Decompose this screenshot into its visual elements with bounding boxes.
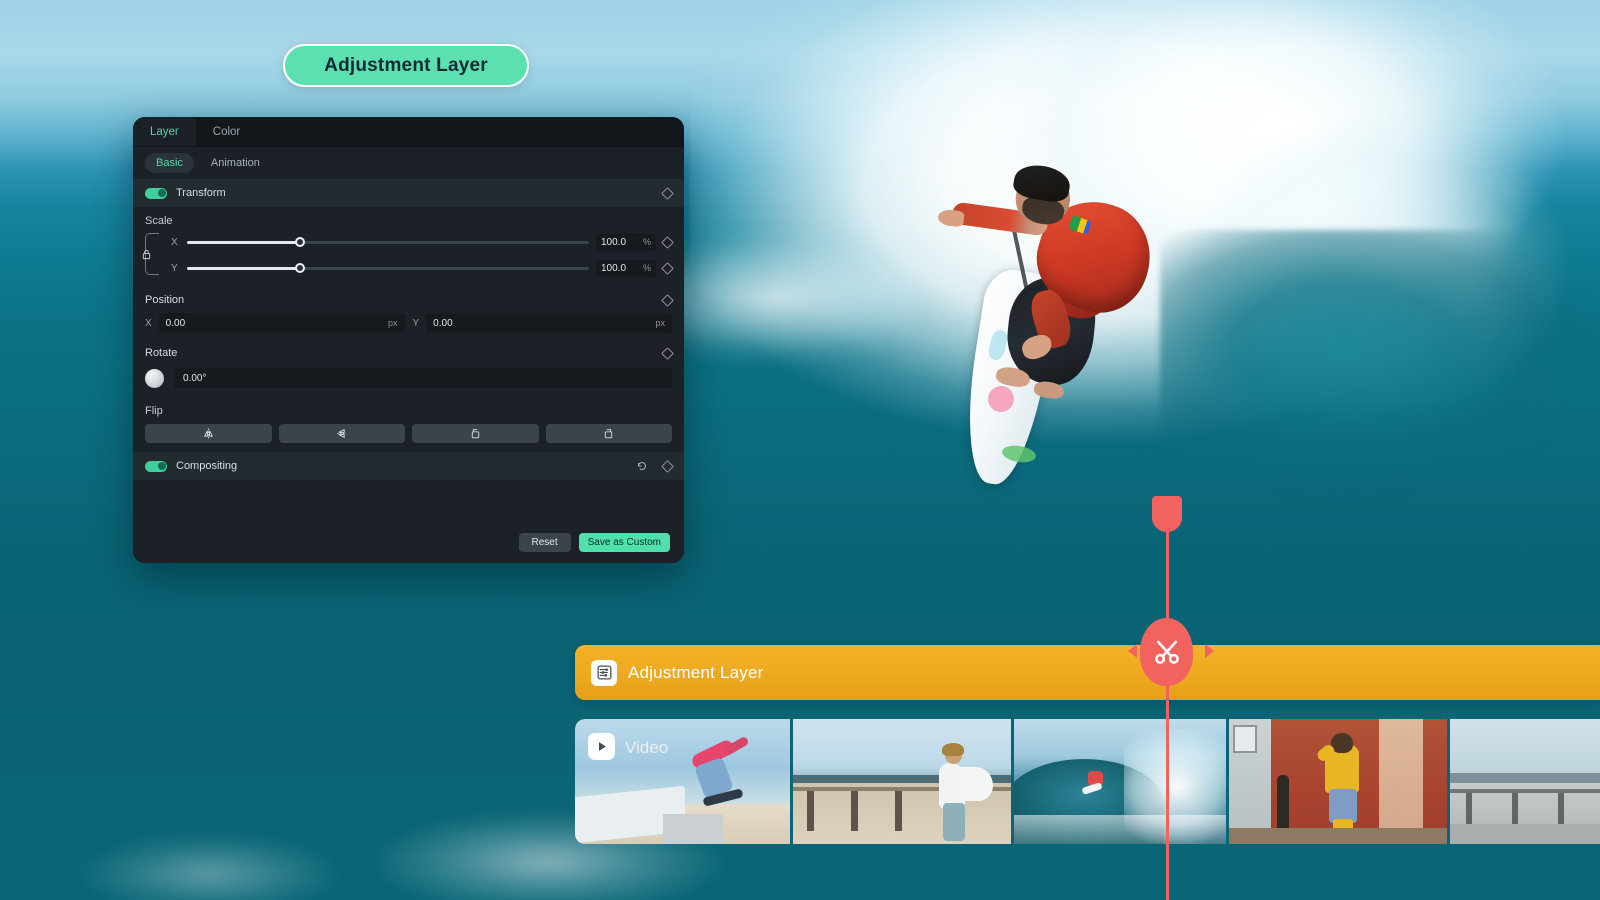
split-clip-button[interactable] (1140, 618, 1193, 686)
flip-label: Flip (145, 405, 163, 417)
save-as-custom-button[interactable]: Save as Custom (578, 532, 670, 552)
timeline-clip-pier-railing[interactable] (1450, 719, 1600, 844)
rotate-section-header: Rotate (133, 346, 684, 360)
scale-y-value: 100.0 (601, 262, 627, 274)
scale-x-axis-label: X (171, 236, 178, 248)
position-label: Position (145, 294, 185, 306)
rotate-controls: 0.00° (133, 365, 684, 391)
reset-arrow-icon[interactable] (636, 460, 648, 472)
scale-y-row: Y 100.0 % (145, 255, 674, 281)
scale-y-unit: % (642, 263, 651, 273)
tab-color-label: Color (212, 125, 241, 138)
subtab-basic[interactable]: Basic (145, 153, 194, 173)
reset-button[interactable]: Reset (518, 532, 571, 552)
rotate-right-icon (605, 429, 613, 439)
scale-x-slider-thumb[interactable] (294, 237, 305, 247)
panel-subtabs: Basic Animation (133, 147, 684, 179)
save-as-custom-label: Save as Custom (587, 536, 661, 548)
adjustment-layer-badge: Adjustment Layer (283, 44, 529, 87)
video-play-badge (588, 733, 615, 760)
surfer-hand-front (937, 208, 965, 228)
playhead-line (1166, 520, 1169, 900)
timeline-clip-surfer-wave[interactable] (1014, 719, 1226, 844)
timeline-clip-skateboarder[interactable]: Video (575, 719, 790, 844)
position-x-field[interactable]: 0.00 px (158, 313, 405, 333)
subtab-animation-label: Animation (210, 157, 260, 169)
position-x-axis-label: X (145, 317, 152, 329)
diamond-keyframe-icon[interactable] (661, 186, 674, 200)
rotate-right-button[interactable] (545, 424, 672, 443)
tab-layer-label: Layer (150, 125, 179, 138)
scale-controls: X 100.0 % Y 100.0 % (133, 227, 684, 281)
video-track-label: Video (625, 738, 669, 757)
reset-button-label: Reset (531, 536, 558, 548)
panel-tabbar: Layer Color (133, 117, 684, 147)
position-section-header: Position (133, 293, 684, 307)
scale-x-keyframe-icon[interactable] (661, 235, 674, 249)
timeline-clip-brick-wall[interactable] (1229, 719, 1447, 844)
compositing-keyframe-icon[interactable] (661, 459, 674, 473)
rotate-value: 0.00° (183, 372, 207, 384)
flip-buttons (133, 424, 684, 443)
rotate-dial-knob[interactable] (145, 368, 164, 388)
scale-y-slider-thumb[interactable] (294, 263, 305, 273)
water-bubbles-left (60, 820, 360, 900)
tab-layer[interactable]: Layer (133, 117, 196, 146)
adjustment-layer-badge-label: Adjustment Layer (324, 54, 488, 76)
position-x-value: 0.00 (165, 317, 186, 329)
scale-x-unit: % (642, 237, 651, 247)
timeline-clip-woman-pier[interactable] (793, 719, 1011, 844)
position-x-unit: px (387, 318, 398, 328)
playhead-arrow-left (1128, 644, 1137, 658)
scale-y-keyframe-icon[interactable] (661, 261, 674, 275)
surfer-figure (930, 150, 1190, 490)
position-y-value: 0.00 (433, 317, 453, 329)
scale-y-value-field[interactable]: 100.0 % (596, 259, 656, 277)
position-y-unit: px (655, 318, 665, 328)
compositing-toggle[interactable] (145, 460, 167, 472)
playhead-arrow-right (1205, 644, 1214, 658)
position-y-axis-label: Y (412, 317, 420, 329)
flip-horizontal-button[interactable] (145, 424, 272, 443)
position-keyframe-icon[interactable] (661, 293, 674, 307)
play-icon (599, 742, 606, 751)
flip-horizontal-icon (203, 428, 213, 439)
scale-y-axis-label: Y (171, 262, 178, 274)
rotate-value-field[interactable]: 0.00° (174, 368, 672, 388)
rotate-left-button[interactable] (412, 424, 539, 443)
scale-y-slider-fill (187, 266, 300, 270)
transform-toggle[interactable] (145, 187, 167, 199)
scale-x-slider[interactable] (187, 237, 589, 247)
transform-label: Transform (176, 187, 226, 199)
timeline-adjustment-layer-track[interactable]: Adjustment Layer (575, 645, 1600, 700)
scale-x-value-field[interactable]: 100.0 % (596, 233, 656, 251)
timeline-adjustment-layer-label: Adjustment Layer (628, 662, 764, 682)
rotate-label: Rotate (145, 347, 178, 359)
rotate-left-icon (471, 429, 479, 439)
position-fields: X 0.00 px Y 0.00 px (133, 313, 684, 333)
scissors-icon (1154, 640, 1179, 664)
compositing-section-header: Compositing (133, 452, 684, 480)
panel-footer: Reset Save as Custom (133, 521, 684, 563)
flip-vertical-icon (337, 429, 347, 438)
rotate-keyframe-icon[interactable] (661, 346, 674, 360)
lock-link-icon[interactable] (141, 249, 152, 260)
scale-label: Scale (145, 215, 173, 227)
compositing-label: Compositing (176, 460, 238, 472)
sliders-adjust-icon (591, 659, 617, 686)
subtab-animation[interactable]: Animation (200, 153, 271, 173)
properties-panel: Layer Color Basic Animation Transform Sc… (133, 117, 684, 563)
scale-y-slider[interactable] (187, 263, 589, 273)
scale-x-slider-fill (187, 240, 300, 244)
tab-color[interactable]: Color (196, 117, 257, 146)
position-y-field[interactable]: 0.00 px (426, 313, 672, 333)
scale-x-value: 100.0 (601, 236, 627, 248)
transform-section-header: Transform (133, 179, 684, 207)
scale-x-row: X 100.0 % (145, 229, 674, 255)
timeline-video-track: Video (575, 719, 1600, 844)
subtab-basic-label: Basic (156, 157, 183, 169)
flip-vertical-button[interactable] (278, 424, 405, 443)
